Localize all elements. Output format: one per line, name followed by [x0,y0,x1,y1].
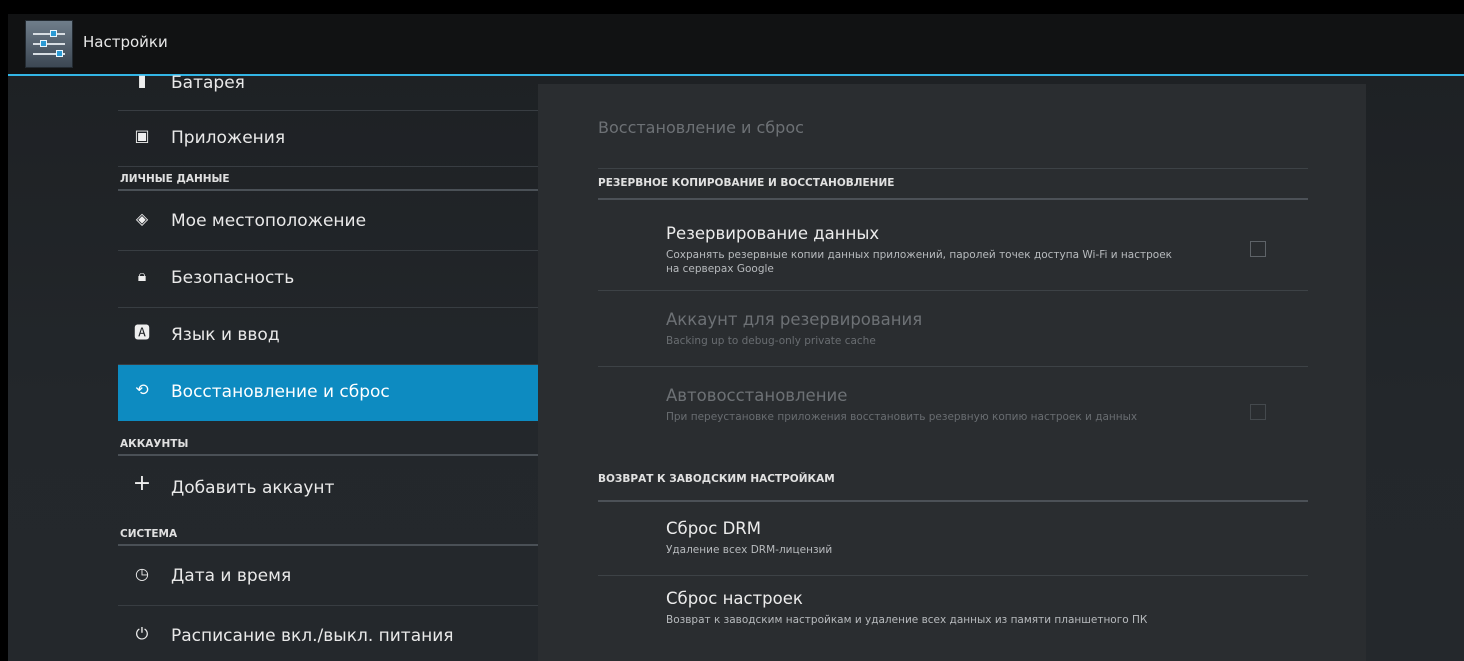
sidebar-item-add-account[interactable]: + Добавить аккаунт [118,456,538,516]
power-schedule-icon: ⏻ [135,624,149,643]
keyboard-icon: 🅰︎ [133,323,150,342]
section-header-backup: РЕЗЕРВНОЕ КОПИРОВАНИЕ И ВОССТАНОВЛЕНИЕ [598,172,1308,200]
settings-sidebar: ▮ Батарея ▣ Приложения ЛИЧНЫЕ ДАННЫЕ ◈ М… [118,71,538,661]
pref-title: Сброс настроек [666,589,803,608]
sidebar-item-power-schedule[interactable]: ⏻ Расписание вкл./выкл. питания [118,606,538,661]
app-title: Настройки [83,33,168,51]
pref-drm-reset[interactable]: Сброс DRM Удаление всех DRM-лицензий [598,519,1308,569]
sidebar-item-label: Язык и ввод [171,325,280,345]
clock-icon: ◷ [135,564,149,583]
divider [598,366,1308,367]
pref-factory-reset[interactable]: Сброс настроек Возврат к заводским настр… [598,589,1308,649]
pref-backup-data[interactable]: Резервирование данных Сохранять резервны… [598,224,1308,284]
sidebar-item-battery[interactable]: ▮ Батарея [118,56,538,111]
lock-icon: 🔒︎ [137,266,147,285]
pref-summary: При переустановке приложения восстановит… [666,411,1138,423]
detail-panel: Восстановление и сброс РЕЗЕРВНОЕ КОПИРОВ… [538,84,1366,661]
settings-sliders-icon[interactable] [25,20,73,68]
pref-summary: Backing up to debug-only private cache [666,335,876,347]
sidebar-item-language[interactable]: 🅰︎ Язык и ввод [118,308,538,365]
backup-data-checkbox[interactable] [1250,241,1266,257]
sidebar-item-label: Восстановление и сброс [171,382,390,402]
location-icon: ◈ [135,209,149,228]
sidebar-item-location[interactable]: ◈ Мое местоположение [118,191,538,251]
sidebar-item-security[interactable]: 🔒︎ Безопасность [118,251,538,308]
sidebar-item-label: Мое местоположение [171,211,367,231]
pref-backup-account: Аккаунт для резервирования Backing up to… [598,310,1308,360]
apps-icon: ▣ [134,126,150,145]
pref-title: Автовосстановление [666,386,848,405]
page-title: Восстановление и сброс [598,118,804,137]
pref-title: Аккаунт для резервирования [666,310,923,329]
pref-summary: Удаление всех DRM-лицензий [666,544,833,556]
divider [598,168,1308,169]
battery-icon: ▮ [137,71,147,90]
sidebar-header-personal: ЛИЧНЫЕ ДАННЫЕ [118,167,538,191]
auto-restore-checkbox [1250,404,1266,420]
sidebar-header-accounts: АККАУНТЫ [118,432,538,456]
sidebar-item-label: Приложения [171,128,286,148]
section-header-factory: ВОЗВРАТ К ЗАВОДСКИМ НАСТРОЙКАМ [598,461,1308,502]
divider [598,575,1308,576]
sidebar-item-label: Безопасность [171,268,295,288]
sidebar-header-system: СИСТЕМА [118,522,538,546]
pref-title: Резервирование данных [666,224,880,243]
sidebar-item-label: Добавить аккаунт [171,478,335,498]
sidebar-item-apps[interactable]: ▣ Приложения [118,111,538,167]
sidebar-item-label: Дата и время [171,566,292,586]
sidebar-item-backup-reset[interactable]: ⟲ Восстановление и сброс [118,365,538,421]
pref-summary: Сохранять резервные копии данных приложе… [666,249,1173,275]
pref-auto-restore: Автовосстановление При переустановке при… [598,386,1308,446]
settings-window: Настройки ▮ Батарея ▣ Приложения ЛИЧНЫЕ … [8,14,1464,661]
restore-icon: ⟲ [135,380,149,399]
sidebar-item-date-time[interactable]: ◷ Дата и время [118,546,538,606]
sidebar-item-label: Батарея [171,73,245,93]
plus-icon: + [132,471,152,496]
pref-summary: Возврат к заводским настройкам и удалени… [666,614,1148,626]
pref-title: Сброс DRM [666,519,761,538]
sidebar-item-label: Расписание вкл./выкл. питания [171,626,454,646]
divider [598,290,1308,291]
